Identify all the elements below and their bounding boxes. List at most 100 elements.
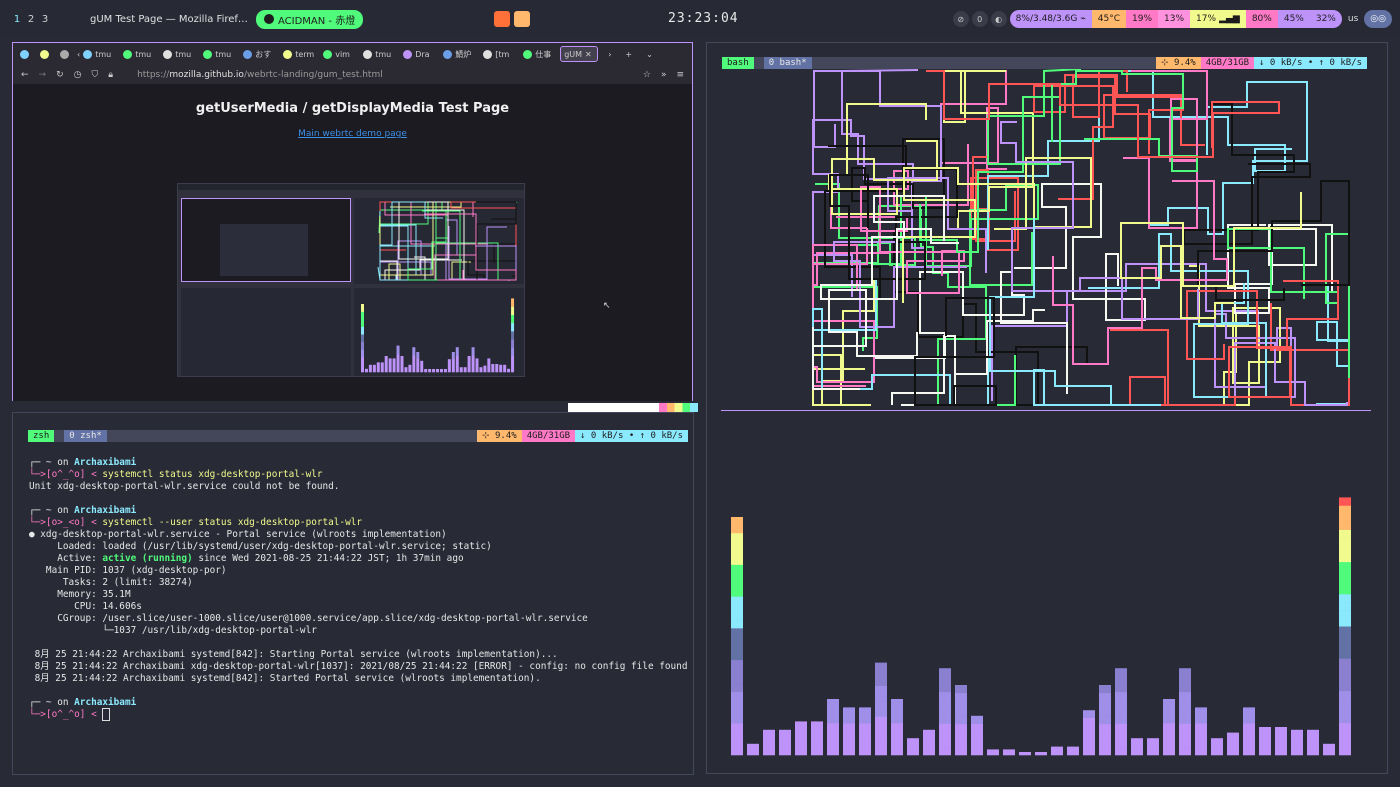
visualizer-bar — [1339, 610, 1351, 619]
visualizer-bar — [731, 612, 743, 621]
visualizer-bar — [923, 746, 935, 756]
url-field[interactable]: https://mozilla.github.io/webrtc-landing… — [137, 70, 383, 80]
browser-tab[interactable] — [17, 46, 37, 62]
browser-tab[interactable]: tmu — [120, 46, 160, 62]
visualizer-bar — [939, 739, 951, 748]
brightness-status: 80% — [1245, 10, 1278, 28]
visualizer-bar — [1179, 691, 1191, 701]
workspace-3[interactable]: 3 — [38, 14, 52, 25]
browser-tab[interactable]: tmu — [360, 46, 400, 62]
shield-icon[interactable]: ⛉ — [92, 70, 99, 80]
visualizer-bar — [1339, 521, 1351, 530]
browser-tab[interactable]: vim — [320, 46, 360, 62]
browser-tab[interactable]: tmu — [160, 46, 200, 62]
browser-tab[interactable]: tmu — [200, 46, 240, 62]
bookmark-star-icon[interactable]: ☆ — [643, 70, 651, 80]
visualizer-bar — [1291, 746, 1303, 756]
visualizer-bar — [1339, 706, 1351, 716]
visualizer-bar — [424, 369, 428, 373]
visualizer-bar — [1259, 727, 1271, 735]
discord-icon[interactable]: ◎◎ — [1364, 10, 1392, 28]
visualizer-bar — [939, 676, 951, 685]
tab-list-icon[interactable]: ⌄ — [646, 50, 653, 59]
scroll-right-icon[interactable]: › — [608, 50, 611, 59]
lock-icon[interactable]: 🔒︎ — [108, 70, 113, 80]
visualizer-bar — [955, 739, 967, 748]
workspace-1[interactable]: 1 — [10, 14, 24, 25]
bash-terminal[interactable]: bash 0 bash* ⊹ 9.4% 4GB/31GB ↓ 0 kB/s • … — [706, 42, 1388, 774]
window-name[interactable]: 0 zsh* — [64, 430, 107, 442]
visualizer-bar — [939, 731, 951, 740]
visualizer-bar — [859, 715, 871, 724]
visualizer-bar — [827, 715, 839, 724]
visualizer-bar — [843, 739, 855, 748]
visualizer-bar — [1339, 577, 1351, 587]
workspace-2[interactable]: 2 — [24, 14, 38, 25]
volume-status[interactable]: 45% — [1277, 10, 1310, 28]
visualizer-bar — [1115, 739, 1127, 748]
visualizer-bar — [907, 746, 919, 756]
now-playing[interactable]: ACIDMAN - 赤燈 — [256, 9, 364, 29]
browser-tab-active[interactable]: gUM ✕ — [560, 46, 599, 62]
new-tab-icon[interactable]: + — [625, 50, 632, 59]
visualizer-bar — [1275, 748, 1287, 756]
demo-link[interactable]: Main webrtc demo page — [13, 129, 692, 139]
overflow-icon[interactable]: » — [661, 70, 667, 80]
visualizer-bar — [451, 352, 455, 359]
visualizer-bar — [1179, 707, 1191, 716]
visualizer-bar — [511, 331, 515, 340]
browser-tab[interactable]: term — [280, 46, 320, 62]
visualizer-bar — [1339, 722, 1351, 732]
theme-icon[interactable]: ◐ — [990, 11, 1007, 27]
close-tab-icon: ✕ — [585, 49, 592, 59]
browser-tab[interactable]: [tm — [480, 46, 520, 62]
visualizer-bar — [511, 306, 515, 316]
keyboard-layout[interactable]: us — [1342, 10, 1364, 28]
zsh-terminal[interactable]: zsh 0 zsh* ⊹ 9.4% 4GB/31GB ↓ 0 kB/s • ↑ … — [12, 412, 694, 775]
visualizer-bar — [731, 707, 743, 716]
browser-tab[interactable]: おす — [240, 46, 280, 62]
browser-tab[interactable]: 仕事 — [520, 46, 560, 62]
app-icon[interactable] — [514, 11, 530, 27]
memory-status: 8%/3.48/3.6G ⌁ — [1009, 10, 1092, 28]
mic-status[interactable]: 32% — [1309, 10, 1342, 28]
eye-off-icon[interactable]: ⊘ — [952, 11, 969, 27]
history-icon[interactable]: ◷ — [74, 70, 82, 80]
visualizer-bar — [1083, 710, 1095, 718]
visualizer-bar — [459, 367, 463, 373]
mouse-cursor-icon: ↖ — [603, 301, 611, 311]
visualizer-bar — [731, 739, 743, 748]
firefox-icon[interactable] — [494, 11, 510, 27]
visualizer-bar — [827, 739, 839, 748]
visualizer-bar — [1179, 676, 1191, 685]
visualizer-bar — [971, 723, 983, 732]
terminal-output: ┌─ ~ on Archaxibami └─>[o^_^o] < systemc… — [29, 457, 688, 721]
visualizer-bar — [1147, 746, 1159, 756]
forward-icon[interactable]: → — [39, 70, 47, 80]
signal-icon: ▂▄▆ — [1219, 14, 1240, 24]
visualizer-bar — [1163, 739, 1175, 748]
temperature-status: 45°C — [1091, 10, 1127, 28]
visualizer-bar — [1195, 731, 1207, 740]
visualizer-bar — [1339, 585, 1351, 595]
window-name[interactable]: 0 bash* — [763, 57, 812, 69]
visualizer-bar — [361, 356, 364, 365]
browser-tab[interactable]: Dra — [400, 46, 440, 62]
visualizer-bar — [939, 723, 951, 732]
visualizer-bar — [1339, 553, 1351, 563]
pipe-line — [445, 219, 516, 281]
browser-tab[interactable] — [37, 46, 57, 62]
visualizer-bar — [1339, 505, 1351, 514]
visualizer-bar — [1147, 738, 1159, 747]
zero-icon[interactable]: 0 — [971, 11, 988, 27]
browser-tab[interactable]: 鯖炉 — [440, 46, 480, 62]
visualizer-bar — [731, 580, 743, 589]
visualizer-bar — [1339, 674, 1351, 683]
visualizer-bar — [939, 691, 951, 701]
visualizer-bar — [731, 731, 743, 740]
back-icon[interactable]: ← — [21, 70, 29, 80]
menu-icon[interactable]: ≡ — [676, 70, 684, 80]
browser-tab[interactable]: tmu — [80, 46, 120, 62]
reload-icon[interactable]: ↻ — [56, 70, 64, 80]
browser-tab[interactable] — [57, 46, 77, 62]
